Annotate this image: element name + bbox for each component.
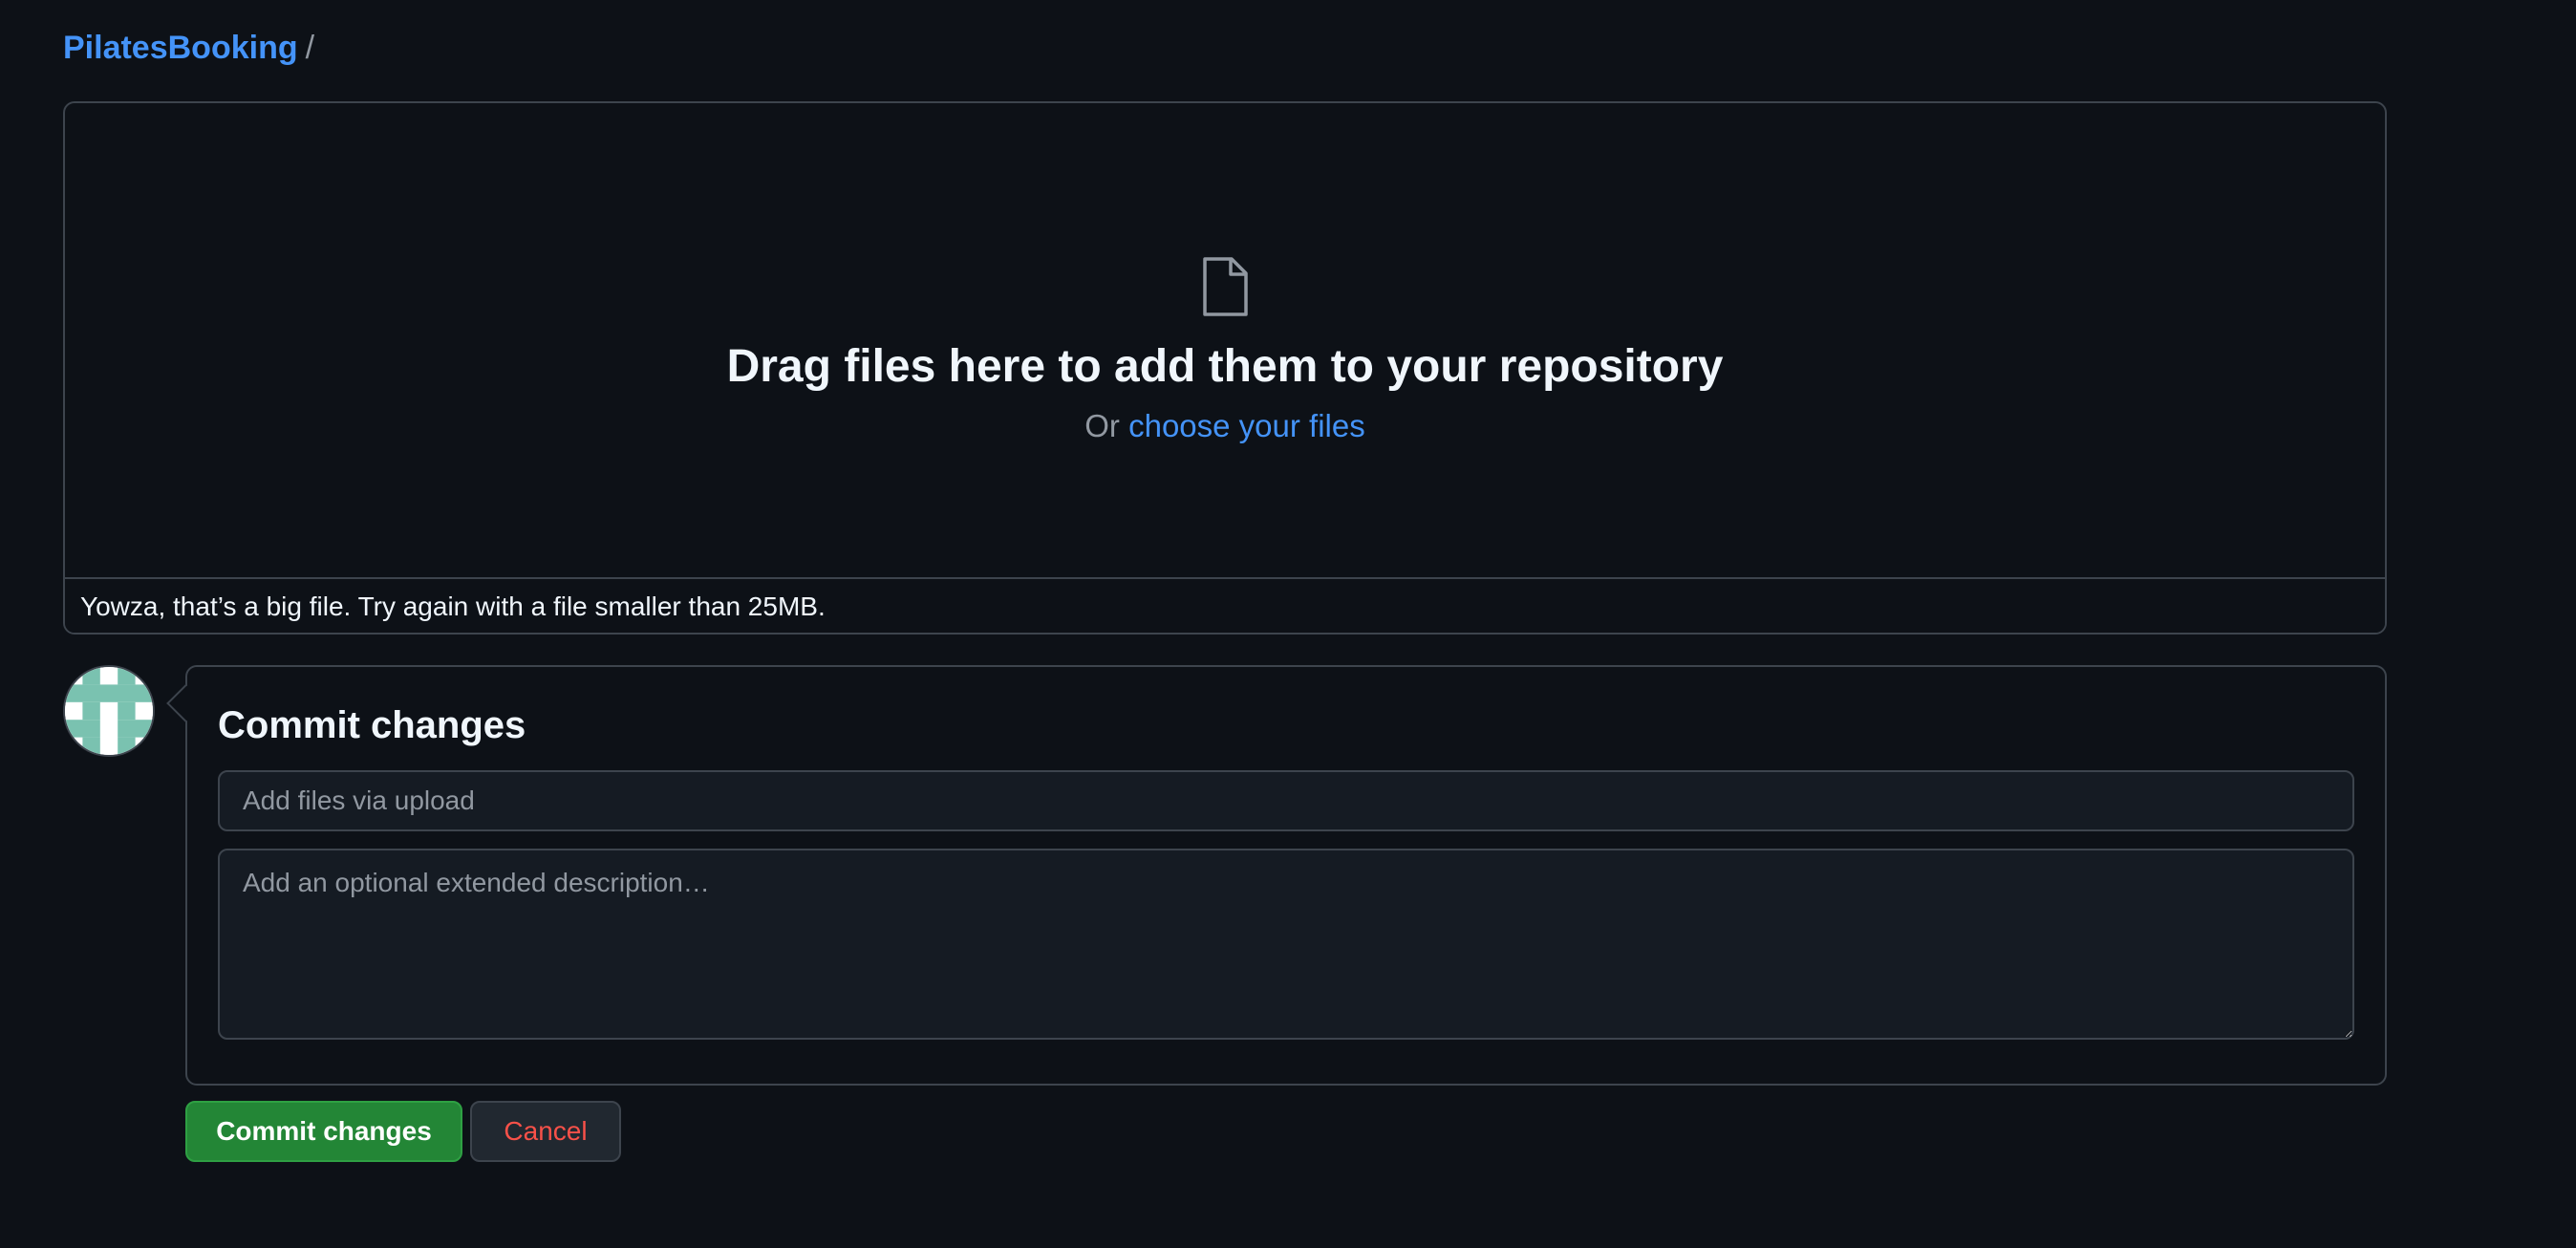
commit-form-pointer [166, 684, 204, 722]
commit-changes-button[interactable]: Commit changes [185, 1101, 462, 1162]
file-icon [1203, 257, 1248, 316]
dropzone-subtitle: Or choose your files [1084, 405, 1364, 447]
dropzone-title: Drag files here to add them to your repo… [726, 341, 1724, 392]
commit-form: Commit changes [166, 665, 2387, 1086]
choose-files-link[interactable]: choose your files [1128, 408, 1365, 443]
identicon-icon [65, 667, 153, 755]
repo-link[interactable]: PilatesBooking [63, 27, 298, 69]
cancel-button[interactable]: Cancel [470, 1101, 621, 1162]
breadcrumb: PilatesBooking / [63, 27, 314, 69]
avatar[interactable] [63, 665, 155, 757]
or-text: Or [1084, 408, 1120, 443]
file-size-error-message: Yowza, that’s a big file. Try again with… [65, 577, 2385, 633]
commit-description-textarea[interactable] [218, 849, 2354, 1040]
commit-summary-input[interactable] [218, 770, 2354, 831]
breadcrumb-separator: / [305, 30, 315, 66]
dropzone-content: Drag files here to add them to your repo… [65, 103, 2385, 577]
commit-title: Commit changes [218, 704, 526, 746]
file-dropzone[interactable]: Drag files here to add them to your repo… [63, 101, 2387, 635]
